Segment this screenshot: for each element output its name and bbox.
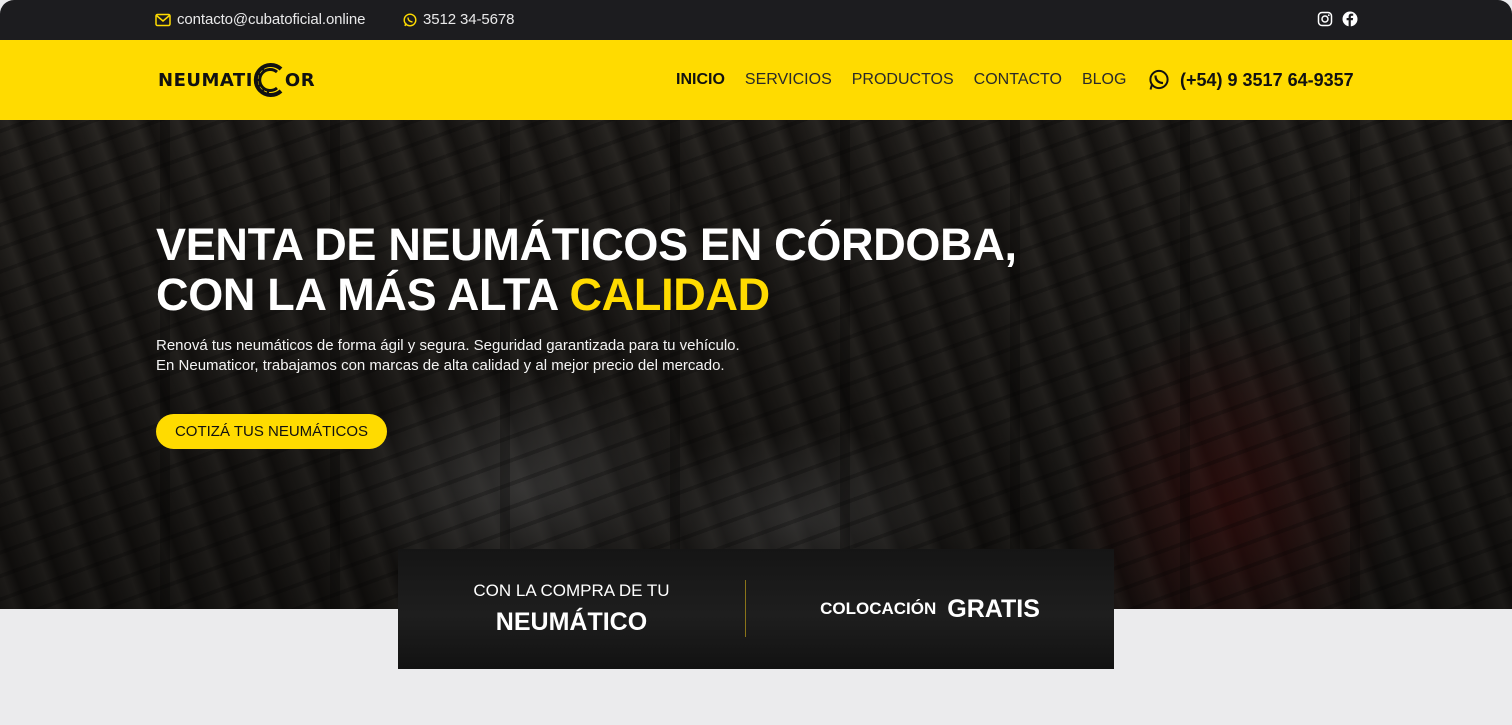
envelope-icon bbox=[155, 13, 171, 27]
nav-contacto[interactable]: CONTACTO bbox=[974, 71, 1062, 89]
promo-right: COLOCACIÓN GRATIS bbox=[746, 549, 1114, 669]
nav-inicio[interactable]: INICIO bbox=[676, 71, 725, 89]
browser-viewport: contacto@cubatoficial.online 3512 34-567… bbox=[0, 0, 1512, 725]
social-links bbox=[1317, 11, 1358, 27]
site-logo[interactable]: NEUMATI OR bbox=[158, 61, 315, 99]
top-contact-bar: contacto@cubatoficial.online 3512 34-567… bbox=[0, 0, 1512, 40]
facebook-icon[interactable] bbox=[1342, 11, 1358, 27]
phone-text: 3512 34-5678 bbox=[423, 11, 515, 28]
hero-title-line1: VENTA DE NEUMÁTICOS EN CÓRDOBA, bbox=[156, 219, 1017, 270]
logo-text-right: OR bbox=[284, 69, 316, 91]
nav-phone-text: (+54) 9 3517 64-9357 bbox=[1180, 69, 1354, 90]
nav-blog[interactable]: BLOG bbox=[1082, 71, 1126, 89]
phone-link[interactable]: 3512 34-5678 bbox=[403, 11, 514, 28]
hero-subtitle-line1: Renová tus neumáticos de forma ágil y se… bbox=[156, 337, 740, 354]
promo-left-title: NEUMÁTICO bbox=[495, 608, 648, 636]
email-text: contacto@cubatoficial.online bbox=[177, 11, 366, 28]
main-menu: INICIO SERVICIOS PRODUCTOS CONTACTO BLOG bbox=[676, 71, 1126, 89]
email-link[interactable]: contacto@cubatoficial.online bbox=[155, 11, 365, 28]
promo-right-title: GRATIS bbox=[947, 594, 1040, 623]
promo-right-caption: COLOCACIÓN bbox=[820, 599, 937, 618]
promo-left-caption: CON LA COMPRA DE TU bbox=[473, 581, 670, 600]
nav-servicios[interactable]: SERVICIOS bbox=[745, 71, 832, 89]
nav-productos[interactable]: PRODUCTOS bbox=[852, 71, 954, 89]
promo-banner: CON LA COMPRA DE TU NEUMÁTICO COLOCACIÓN… bbox=[398, 549, 1114, 669]
quote-tires-button[interactable]: COTIZÁ TUS NEUMÁTICOS bbox=[156, 414, 387, 449]
main-navbar: NEUMATI OR INICIO SERVICIOS PRODUCTOS CO… bbox=[0, 40, 1512, 120]
hero-subtitle: Renová tus neumáticos de forma ágil y se… bbox=[156, 336, 856, 376]
logo-text-left: NEUMATI bbox=[158, 69, 253, 91]
instagram-icon[interactable] bbox=[1317, 11, 1333, 27]
hero-title-highlight: CALIDAD bbox=[569, 269, 770, 320]
hero-title: VENTA DE NEUMÁTICOS EN CÓRDOBA, CON LA M… bbox=[156, 220, 1056, 320]
tire-icon bbox=[251, 61, 287, 99]
hero-subtitle-line2: En Neumaticor, trabajamos con marcas de … bbox=[156, 357, 725, 374]
whatsapp-icon bbox=[1148, 69, 1170, 91]
hero-title-line2: CON LA MÁS ALTA bbox=[156, 269, 570, 320]
nav-phone-link[interactable]: (+54) 9 3517 64-9357 bbox=[1148, 69, 1354, 91]
hero-section: VENTA DE NEUMÁTICOS EN CÓRDOBA, CON LA M… bbox=[0, 120, 1512, 609]
whatsapp-icon bbox=[403, 12, 417, 27]
promo-left: CON LA COMPRA DE TU NEUMÁTICO bbox=[398, 549, 745, 669]
